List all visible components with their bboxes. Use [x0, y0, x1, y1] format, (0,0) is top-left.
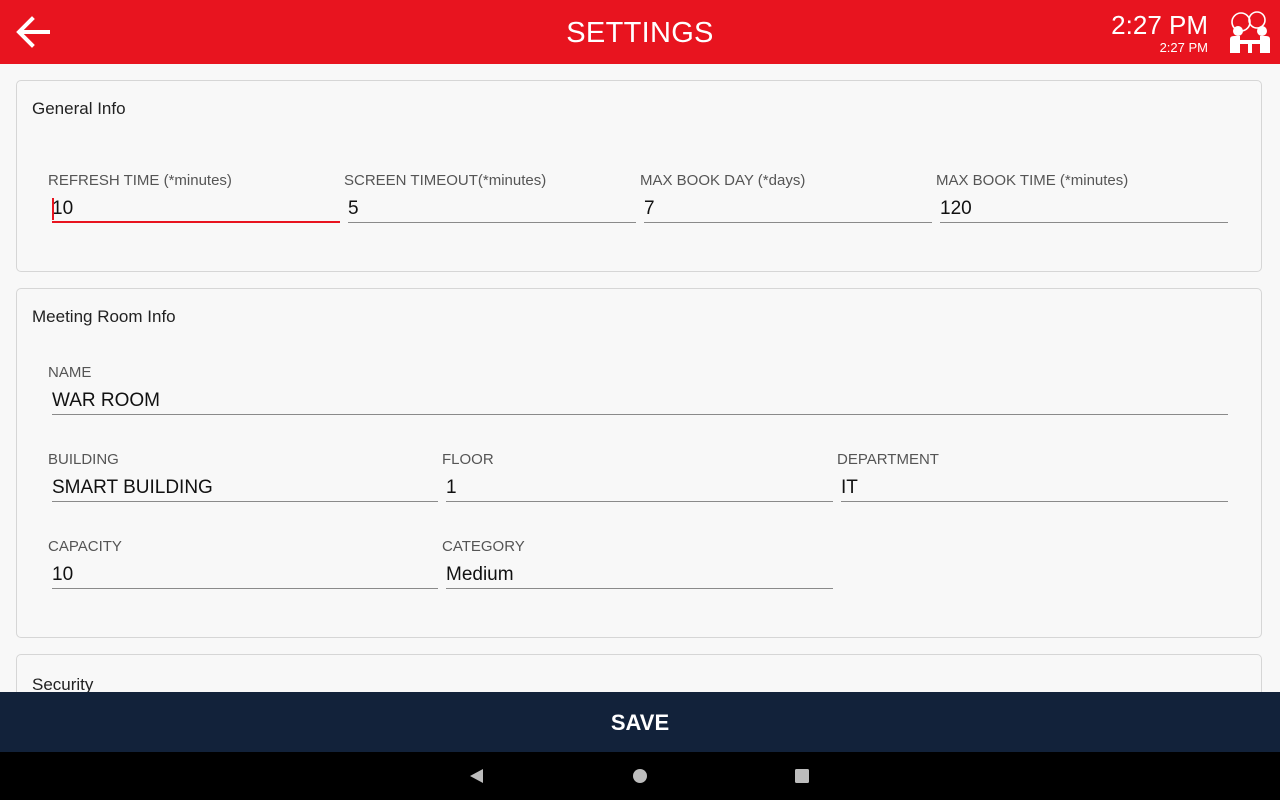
system-nav-bar: [0, 752, 1280, 800]
department-input[interactable]: [841, 475, 1228, 502]
floor-input[interactable]: [446, 475, 833, 502]
capacity-field: CAPACITY: [48, 538, 438, 598]
category-field: CATEGORY: [442, 538, 833, 598]
capacity-input[interactable]: [52, 562, 438, 589]
meeting-room-info-title: Meeting Room Info: [32, 307, 176, 326]
meeting-room-logo-icon: [1230, 11, 1270, 53]
max-book-time-label: MAX BOOK TIME (*minutes): [936, 172, 1129, 189]
refresh-time-field: REFRESH TIME (*minutes): [48, 172, 340, 232]
security-card: Security: [16, 654, 1262, 692]
circle-home-icon[interactable]: [630, 766, 650, 786]
name-label: NAME: [48, 364, 92, 381]
clock-time-small: 2:27 PM: [1159, 40, 1208, 55]
screen-timeout-field: SCREEN TIMEOUT(*minutes): [344, 172, 636, 232]
floor-field: FLOOR: [442, 451, 833, 511]
department-field: DEPARTMENT: [837, 451, 1228, 511]
max-book-day-input[interactable]: [644, 196, 932, 223]
general-info-card: General Info REFRESH TIME (*minutes) SCR…: [16, 80, 1262, 272]
category-input[interactable]: [446, 562, 833, 589]
text-cursor: [52, 198, 54, 220]
back-button[interactable]: [10, 12, 54, 52]
building-label: BUILDING: [48, 451, 119, 468]
triangle-back-icon[interactable]: [467, 766, 487, 786]
meeting-room-info-card: Meeting Room Info NAME BUILDING FLOOR DE…: [16, 288, 1262, 638]
department-label: DEPARTMENT: [837, 451, 939, 468]
refresh-time-label: REFRESH TIME (*minutes): [48, 172, 232, 189]
security-title: Security: [32, 675, 94, 692]
screen-timeout-label: SCREEN TIMEOUT(*minutes): [344, 172, 547, 189]
name-input[interactable]: [52, 388, 1228, 415]
max-book-day-label: MAX BOOK DAY (*days): [640, 172, 806, 189]
floor-label: FLOOR: [442, 451, 494, 468]
save-button[interactable]: SAVE: [0, 692, 1280, 752]
clock-time: 2:27 PM: [1111, 10, 1208, 40]
refresh-time-input[interactable]: [52, 196, 340, 223]
building-field: BUILDING: [48, 451, 438, 511]
square-recents-icon[interactable]: [792, 766, 812, 786]
page-title: SETTINGS: [566, 17, 714, 49]
settings-scroll-area[interactable]: General Info REFRESH TIME (*minutes) SCR…: [0, 64, 1280, 692]
max-book-day-field: MAX BOOK DAY (*days): [640, 172, 932, 232]
max-book-time-input[interactable]: [940, 196, 1228, 223]
capacity-label: CAPACITY: [48, 538, 122, 555]
top-app-bar: SETTINGS 2:27 PM 2:27 PM: [0, 0, 1280, 64]
screen-timeout-input[interactable]: [348, 196, 636, 223]
general-info-title: General Info: [32, 99, 126, 118]
name-field: NAME: [48, 364, 1228, 424]
arrow-left-icon: [16, 16, 50, 48]
category-label: CATEGORY: [442, 538, 525, 555]
building-input[interactable]: [52, 475, 438, 502]
max-book-time-field: MAX BOOK TIME (*minutes): [936, 172, 1228, 232]
